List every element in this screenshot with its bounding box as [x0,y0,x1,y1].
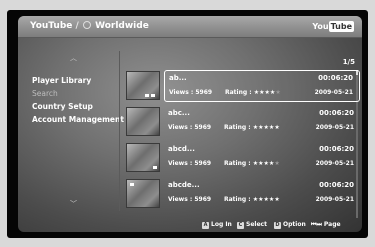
video-views: Views : 5969 [168,160,212,167]
video-row[interactable]: abcde... 00:06:20 Views : 5969 Rating : … [126,178,360,210]
video-views: Views : 5969 [168,196,212,203]
title-bar: YouTube / Worldwide You Tube [18,16,362,38]
rating-label: Rating : [225,89,252,96]
page-hint[interactable]: ⏮⏭ Page [311,221,341,229]
youtube-panel: YouTube / Worldwide You Tube ︿ Player Lib… [18,16,362,232]
logo-you: You [312,22,329,31]
video-title: abcd... [168,145,195,153]
option-hint[interactable]: D Option [274,221,306,229]
star-icon: ★ [274,196,280,203]
video-thumbnail[interactable] [126,107,160,136]
select-label: Select [246,221,267,228]
logo-tube: Tube [328,21,354,32]
star-icon: ★ [274,124,280,131]
video-row[interactable]: abcd... 00:06:20 Views : 5969 Rating : ★… [126,142,360,174]
video-row[interactable]: abc... 00:06:20 Views : 5969 Rating : ★★… [126,106,360,138]
video-rating: Rating : ★★★★★ [224,160,280,167]
star-empty-icon: ★ [274,160,280,167]
rating-label: Rating : [224,160,251,167]
breadcrumb-location: Worldwide [95,21,149,31]
a-button-icon: A [202,222,209,229]
sidebar-item-account-management[interactable]: Account Management [32,113,132,126]
youtube-logo: You Tube [312,20,354,33]
video-rating: Rating : ★★★★★ [224,196,280,203]
sidebar-menu: Player Library Search Country Setup Acco… [32,74,132,126]
rating-label: Rating : [224,196,251,203]
sidebar-item-player-library[interactable]: Player Library [32,74,132,87]
video-duration: 00:06:20 [319,145,354,153]
video-thumbnail[interactable] [126,71,160,100]
video-views: Views : 5969 [169,89,213,96]
video-title: abc... [168,109,190,117]
video-thumbnail[interactable] [126,179,160,208]
menu-up-arrow-icon[interactable]: ︿ [70,53,77,63]
footer-hints: A Log In C Select D Option ⏮⏭ Page [18,216,362,232]
login-hint[interactable]: A Log In [202,221,232,229]
video-date: 2009-05-21 [315,196,354,203]
video-date: 2009-05-21 [315,124,354,131]
video-card[interactable]: abc... 00:06:20 Views : 5969 Rating : ★★… [164,106,360,138]
video-card[interactable]: abcde... 00:06:20 Views : 5969 Rating : … [164,178,360,210]
menu-down-arrow-icon[interactable]: ﹀ [70,199,77,209]
star-empty-icon: ★ [275,89,281,96]
globe-icon [82,21,91,29]
video-views: Views : 5969 [168,124,212,131]
video-row[interactable]: ab... 00:06:20 Views : 5969 Rating : ★★★… [126,70,360,102]
video-rating: Rating : ★★★★★ [224,124,280,131]
page-label: Page [323,221,341,228]
select-hint[interactable]: C Select [237,221,267,229]
rating-label: Rating : [224,124,251,131]
breadcrumb-separator: / [72,21,82,31]
skip-icon: ⏮⏭ [311,221,322,228]
video-card[interactable]: abcd... 00:06:20 Views : 5969 Rating : ★… [164,142,360,174]
video-duration: 00:06:20 [318,74,353,82]
sidebar-item-country-setup[interactable]: Country Setup [32,100,132,113]
video-rating: Rating : ★★★★★ [225,89,281,96]
video-date: 2009-05-21 [314,89,353,96]
breadcrumb-app: YouTube [30,21,73,31]
video-duration: 00:06:20 [319,181,354,189]
divider [119,51,120,211]
c-button-icon: C [237,222,244,229]
video-duration: 00:06:20 [319,109,354,117]
login-label: Log In [211,221,232,228]
video-title: abcde... [168,181,200,189]
sidebar-item-search[interactable]: Search [32,87,132,100]
page-indicator: 1/5 [342,58,355,66]
option-label: Option [283,221,306,228]
breadcrumb: YouTube / Worldwide [30,21,149,31]
video-date: 2009-05-21 [315,160,354,167]
d-button-icon: D [274,222,281,229]
video-title: ab... [169,74,187,82]
video-thumbnail[interactable] [126,143,160,172]
video-card-selected[interactable]: ab... 00:06:20 Views : 5969 Rating : ★★★… [164,70,360,102]
